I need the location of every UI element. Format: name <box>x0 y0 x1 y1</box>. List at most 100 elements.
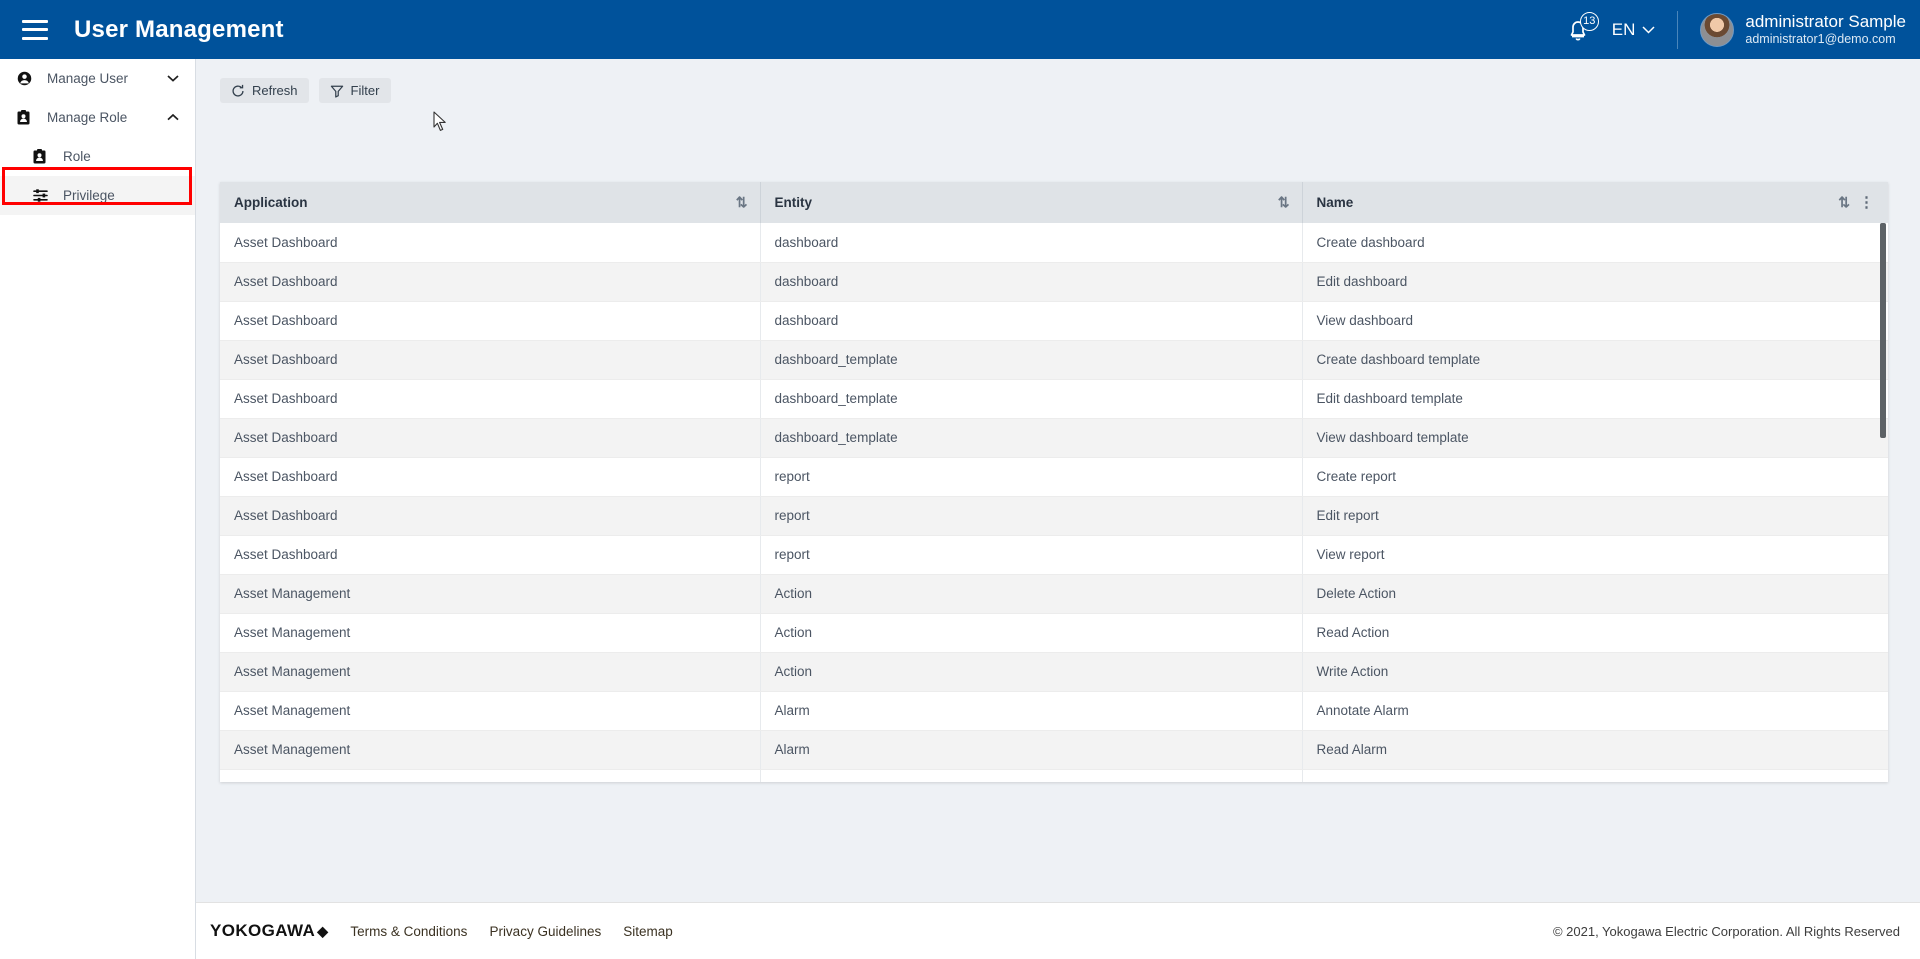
cell-name: Read Action <box>1302 613 1888 653</box>
table-row[interactable]: Asset Dashboard report View report <box>220 535 1888 575</box>
sidebar-item-manage-role[interactable]: Manage Role <box>0 98 195 137</box>
cell-name: Create dashboard template <box>1302 340 1888 380</box>
cell-name: View report <box>1302 535 1888 575</box>
table-row[interactable]: Asset Dashboard dashboard Edit dashboard <box>220 262 1888 302</box>
cell-application: Asset Dashboard <box>220 418 761 458</box>
page-title: User Management <box>74 15 284 43</box>
cell-name: View dashboard <box>1302 301 1888 341</box>
cell-entity: Alarm <box>760 691 1303 731</box>
notifications-button[interactable]: 13 <box>1566 11 1600 47</box>
privileges-table: Application ⇅ Entity ⇅ Name ⇅ ⋮ Asset Da… <box>220 182 1888 782</box>
column-header-name[interactable]: Name ⇅ ⋮ <box>1302 182 1888 223</box>
user-name: administrator Sample <box>1745 12 1906 31</box>
sort-icon[interactable]: ⇅ <box>1838 194 1850 211</box>
cell-name: Read Alarm <box>1302 730 1888 770</box>
id-badge-icon <box>17 110 39 125</box>
table-vertical-scrollbar[interactable] <box>1880 223 1886 438</box>
cell-entity: Action <box>760 574 1303 614</box>
cell-entity: dashboard_template <box>760 340 1303 380</box>
cell-application: Asset Dashboard <box>220 535 761 575</box>
sort-icon[interactable]: ⇅ <box>736 194 748 211</box>
cell-entity: dashboard <box>760 301 1303 341</box>
chevron-down-icon[interactable] <box>167 73 179 85</box>
header-right-cluster: 13 EN administrator Sample administrator… <box>1566 0 1920 59</box>
cell-application: Asset Dashboard <box>220 340 761 380</box>
table-row[interactable]: Asset Management Action Write Action <box>220 652 1888 692</box>
chevron-up-icon[interactable] <box>167 112 179 124</box>
cell-entity: dashboard <box>760 262 1303 302</box>
cell-name: Write Action <box>1302 652 1888 692</box>
column-header-entity[interactable]: Entity ⇅ <box>760 182 1303 223</box>
column-header-application[interactable]: Application ⇅ <box>220 182 761 223</box>
sidebar-item-label: Manage User <box>47 71 129 86</box>
cell-name: Edit dashboard template <box>1302 379 1888 419</box>
table-body: Asset Dashboard dashboard Create dashboard… <box>220 223 1888 782</box>
notification-count-badge: 13 <box>1579 11 1599 31</box>
refresh-label: Refresh <box>252 83 298 98</box>
filter-button[interactable]: Filter <box>318 78 391 103</box>
yokogawa-logo: YOKOGAWA ◆ <box>210 921 328 941</box>
table-row[interactable]: Asset Dashboard dashboard_template View da… <box>220 418 1888 458</box>
refresh-icon <box>232 84 244 97</box>
cell-application: Asset Dashboard <box>220 301 761 341</box>
cell-application: Asset Dashboard <box>220 223 761 263</box>
sidebar-item-privilege[interactable]: Privilege <box>0 176 195 215</box>
cell-name: View dashboard template <box>1302 418 1888 458</box>
table-row[interactable] <box>220 769 1888 782</box>
cell-entity: report <box>760 535 1303 575</box>
cell-entity <box>760 769 1303 782</box>
kebab-menu-icon[interactable]: ⋮ <box>1859 195 1874 210</box>
table-row[interactable]: Asset Management Alarm Annotate Alarm <box>220 691 1888 731</box>
funnel-icon <box>330 85 343 98</box>
cell-application: Asset Dashboard <box>220 262 761 302</box>
diamond-icon: ◆ <box>317 922 329 939</box>
table-toolbar: Refresh Filter <box>196 59 1920 103</box>
user-circle-icon <box>17 71 39 86</box>
user-profile[interactable]: administrator Sample administrator1@demo… <box>1745 12 1906 47</box>
cell-entity: report <box>760 457 1303 497</box>
table-row[interactable]: Asset Dashboard report Create report <box>220 457 1888 497</box>
table-row[interactable]: Asset Dashboard dashboard_template Create … <box>220 340 1888 380</box>
cell-entity: Alarm <box>760 730 1303 770</box>
sort-icon[interactable]: ⇅ <box>1278 194 1290 211</box>
language-label: EN <box>1611 19 1636 39</box>
brand-name: YOKOGAWA <box>210 921 316 940</box>
hamburger-menu-icon[interactable] <box>22 19 48 40</box>
sidebar-item-role[interactable]: Role <box>0 137 195 176</box>
language-selector[interactable]: EN <box>1612 20 1656 40</box>
main-content-area: Refresh Filter Application ⇅ Entity ⇅ Na… <box>196 59 1920 902</box>
cell-name: Create report <box>1302 457 1888 497</box>
table-row[interactable]: Asset Dashboard report Edit report <box>220 496 1888 536</box>
cell-application <box>220 769 761 782</box>
id-badge-icon <box>33 149 55 164</box>
footer-link-sitemap[interactable]: Sitemap <box>623 924 673 939</box>
table-row[interactable]: Asset Management Action Delete Action <box>220 574 1888 614</box>
cell-entity: Action <box>760 613 1303 653</box>
cell-entity: report <box>760 496 1303 536</box>
cell-name: Create dashboard <box>1302 223 1888 263</box>
footer-link-privacy[interactable]: Privacy Guidelines <box>489 924 601 939</box>
table-row[interactable]: Asset Dashboard dashboard_template Edit da… <box>220 379 1888 419</box>
cell-name <box>1302 769 1888 782</box>
footer-link-terms[interactable]: Terms & Conditions <box>350 924 467 939</box>
sliders-icon <box>33 188 55 203</box>
top-header-bar: User Management 13 EN administrator Samp… <box>0 0 1920 59</box>
sidebar-item-manage-user[interactable]: Manage User <box>0 59 195 98</box>
privileges-table-container: Application ⇅ Entity ⇅ Name ⇅ ⋮ Asset Da… <box>220 182 1888 782</box>
cell-application: Asset Dashboard <box>220 457 761 497</box>
table-row[interactable]: Asset Management Action Read Action <box>220 613 1888 653</box>
cell-entity: dashboard_template <box>760 418 1303 458</box>
cell-entity: dashboard <box>760 223 1303 263</box>
cell-name: Edit dashboard <box>1302 262 1888 302</box>
refresh-button[interactable]: Refresh <box>220 78 309 103</box>
sidebar-item-label: Role <box>63 149 91 164</box>
table-row[interactable]: Asset Management Alarm Read Alarm <box>220 730 1888 770</box>
chevron-down-icon <box>1642 25 1655 34</box>
cell-application: Asset Management <box>220 574 761 614</box>
table-row[interactable]: Asset Dashboard dashboard View dashboard <box>220 301 1888 341</box>
cell-application: Asset Management <box>220 691 761 731</box>
user-avatar[interactable] <box>1700 12 1735 47</box>
filter-label: Filter <box>350 83 380 98</box>
table-row[interactable]: Asset Dashboard dashboard Create dashboard <box>220 223 1888 263</box>
cell-name: Annotate Alarm <box>1302 691 1888 731</box>
